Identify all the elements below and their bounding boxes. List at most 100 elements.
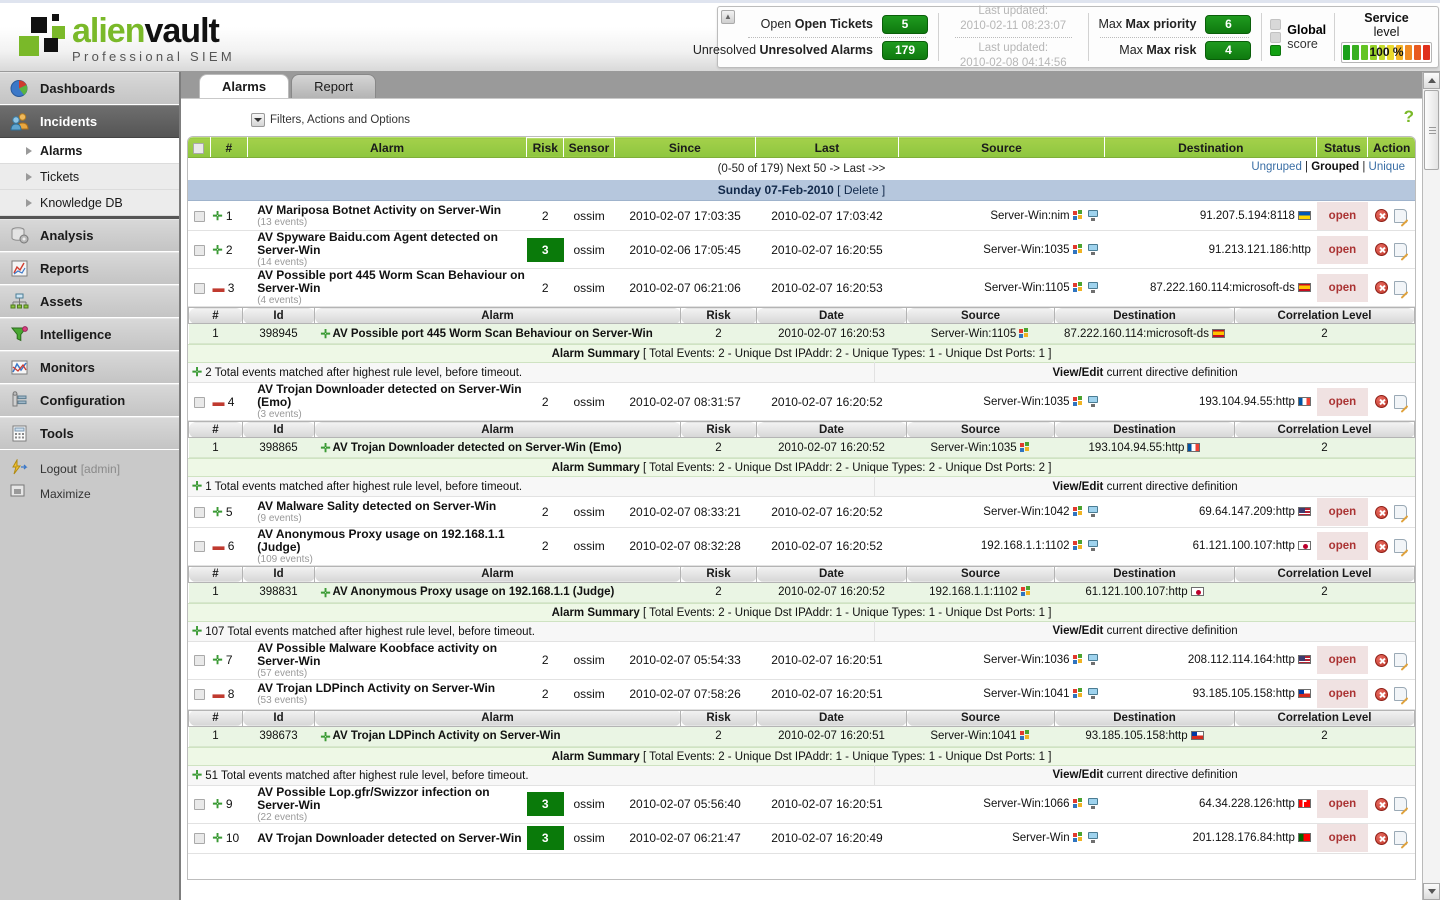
expand-toggle-icon[interactable]: ✛: [212, 653, 222, 667]
cell-status[interactable]: open: [1316, 230, 1368, 269]
table-row[interactable]: ✛ 10 AV Trojan Downloader detected on Ser…: [188, 823, 1415, 854]
cell-status[interactable]: open: [1316, 785, 1368, 824]
row-checkbox[interactable]: [193, 833, 205, 845]
sub-col-5[interactable]: Source: [906, 421, 1055, 438]
cell-destination[interactable]: 64.34.228.126:http: [1104, 785, 1317, 824]
collapse-panel-icon[interactable]: ▲: [721, 10, 735, 24]
sub-col-5[interactable]: Source: [906, 307, 1055, 324]
scroll-up-button[interactable]: [1423, 72, 1440, 89]
cell-status[interactable]: open: [1316, 200, 1368, 231]
correlation-event-row[interactable]: 1 398831 ✛ AV Anonymous Proxy usage on 192.…: [188, 582, 1415, 603]
cell-select[interactable]: [188, 785, 211, 824]
sub-col-2[interactable]: Alarm: [314, 307, 681, 324]
sidebar-item-logout[interactable]: Logout [admin]: [0, 456, 179, 481]
sub-col-4[interactable]: Date: [756, 565, 907, 583]
sub-col-7[interactable]: Correlation Level: [1234, 421, 1415, 438]
sidebar-item-monitors[interactable]: Monitors: [0, 351, 179, 384]
delete-alarm-icon[interactable]: [1375, 395, 1389, 409]
table-row[interactable]: ✛ 5 AV Malware Sality detected on Server-…: [188, 497, 1415, 528]
cell-select[interactable]: [188, 383, 211, 421]
sidebar-item-maximize[interactable]: Maximize: [0, 481, 179, 506]
table-row[interactable]: ▬ 8 AV Trojan LDPinch Activity on Server-…: [188, 679, 1415, 710]
edit-alarm-icon[interactable]: [1394, 242, 1408, 257]
cell-source[interactable]: Server-Win:1042: [898, 497, 1105, 528]
cell-source[interactable]: 192.168.1.1:1102: [898, 527, 1105, 566]
sub-col-7[interactable]: Correlation Level: [1234, 709, 1415, 727]
view-edit-directive-link[interactable]: View/Edit current directive definition: [875, 769, 1415, 781]
row-checkbox[interactable]: [193, 282, 205, 294]
help-icon[interactable]: ?: [1404, 107, 1414, 127]
cell-source[interactable]: Server-Win:1035: [898, 383, 1105, 421]
expand-toggle-icon[interactable]: ▬: [212, 687, 224, 701]
cell-status[interactable]: open: [1316, 268, 1368, 307]
delete-alarm-icon[interactable]: [1375, 653, 1389, 667]
edit-alarm-icon[interactable]: [1394, 653, 1408, 668]
cell-alarm[interactable]: AV Malware Sality detected on Server-Win…: [247, 497, 527, 528]
delete-alarm-icon[interactable]: [1375, 831, 1389, 845]
col-action[interactable]: Action: [1367, 137, 1415, 158]
row-checkbox[interactable]: [193, 210, 205, 222]
scroll-down-button[interactable]: [1423, 883, 1440, 900]
sub-col-1[interactable]: Id: [242, 307, 315, 324]
cell-select[interactable]: [188, 527, 211, 566]
delete-alarm-icon[interactable]: [1375, 243, 1389, 257]
view-edit-directive-link[interactable]: View/Edit current directive definition: [875, 367, 1415, 379]
row-checkbox[interactable]: [193, 799, 205, 811]
correlation-event-row[interactable]: 1 398945 ✛ AV Possible port 445 Worm Scan B…: [188, 323, 1415, 344]
sub-col-1[interactable]: Id: [242, 709, 315, 727]
edit-alarm-icon[interactable]: [1394, 687, 1408, 702]
sub-col-0[interactable]: #: [188, 421, 243, 438]
edit-alarm-icon[interactable]: [1394, 831, 1408, 846]
edit-alarm-icon[interactable]: [1394, 539, 1408, 554]
delete-alarm-icon[interactable]: [1375, 539, 1389, 553]
sub-col-4[interactable]: Date: [756, 307, 907, 324]
sub-col-6[interactable]: Destination: [1054, 709, 1235, 727]
table-row[interactable]: ▬ 4 AV Trojan Downloader detected on Serv…: [188, 383, 1415, 421]
sub-col-5[interactable]: Source: [906, 709, 1055, 727]
col-risk[interactable]: Risk: [527, 137, 565, 158]
sub-col-4[interactable]: Date: [756, 709, 907, 727]
cell-status[interactable]: open: [1316, 383, 1368, 421]
view-edit-directive-link[interactable]: View/Edit current directive definition: [875, 481, 1415, 493]
sub-col-3[interactable]: Risk: [680, 709, 757, 727]
cell-select[interactable]: [188, 230, 211, 269]
sidebar-item-tickets[interactable]: Tickets: [0, 164, 179, 190]
cell-source[interactable]: Server-Win:1036: [898, 641, 1105, 680]
cell-destination[interactable]: 91.213.121.186:http: [1104, 230, 1317, 269]
sub-event-id[interactable]: 398673: [242, 726, 315, 747]
expand-toggle-icon[interactable]: ✛: [212, 209, 222, 223]
pager-text[interactable]: (0-50 of 179) Next 50 -> Last ->>: [718, 163, 886, 175]
select-all-checkbox[interactable]: [193, 142, 205, 154]
sub-col-4[interactable]: Date: [756, 421, 907, 438]
vertical-scrollbar[interactable]: [1422, 72, 1440, 900]
cell-source[interactable]: Server-Win:nim: [898, 200, 1105, 231]
edit-alarm-icon[interactable]: [1394, 394, 1408, 409]
cell-alarm[interactable]: AV Spyware Baidu.com Agent detected on S…: [247, 230, 527, 269]
cell-destination[interactable]: 93.185.105.158:http: [1104, 679, 1317, 710]
col-since[interactable]: Since: [614, 137, 756, 158]
sub-col-3[interactable]: Risk: [680, 565, 757, 583]
sidebar-item-intelligence[interactable]: Intelligence: [0, 318, 179, 351]
sidebar-item-configuration[interactable]: Configuration: [0, 384, 179, 417]
cell-status[interactable]: open: [1316, 527, 1368, 566]
table-row[interactable]: ▬ 3 AV Possible port 445 Worm Scan Behavi…: [188, 268, 1415, 307]
delete-group-link[interactable]: [ Delete ]: [837, 183, 885, 197]
cell-destination[interactable]: 87.222.160.114:microsoft-ds: [1104, 268, 1317, 307]
cell-source[interactable]: Server-Win:1041: [898, 679, 1105, 710]
expand-toggle-icon[interactable]: ✛: [212, 831, 222, 845]
row-checkbox[interactable]: [193, 655, 205, 667]
cell-status[interactable]: open: [1316, 679, 1368, 710]
delete-alarm-icon[interactable]: [1375, 209, 1389, 223]
cell-source[interactable]: Server-Win: [898, 823, 1105, 854]
table-row[interactable]: ✛ 1 AV Mariposa Botnet Activity on Server…: [188, 200, 1415, 231]
cell-select[interactable]: [188, 823, 211, 854]
delete-alarm-icon[interactable]: [1375, 797, 1389, 811]
cell-destination[interactable]: 193.104.94.55:http: [1104, 383, 1317, 421]
col-last[interactable]: Last: [755, 137, 899, 158]
row-checkbox[interactable]: [193, 244, 205, 256]
view-unique[interactable]: Unique: [1369, 161, 1405, 173]
sidebar-item-reports[interactable]: Reports: [0, 252, 179, 285]
cell-status[interactable]: open: [1316, 497, 1368, 528]
sidebar-item-knowledge-db[interactable]: Knowledge DB: [0, 190, 179, 216]
cell-alarm[interactable]: AV Mariposa Botnet Activity on Server-Wi…: [247, 200, 527, 231]
